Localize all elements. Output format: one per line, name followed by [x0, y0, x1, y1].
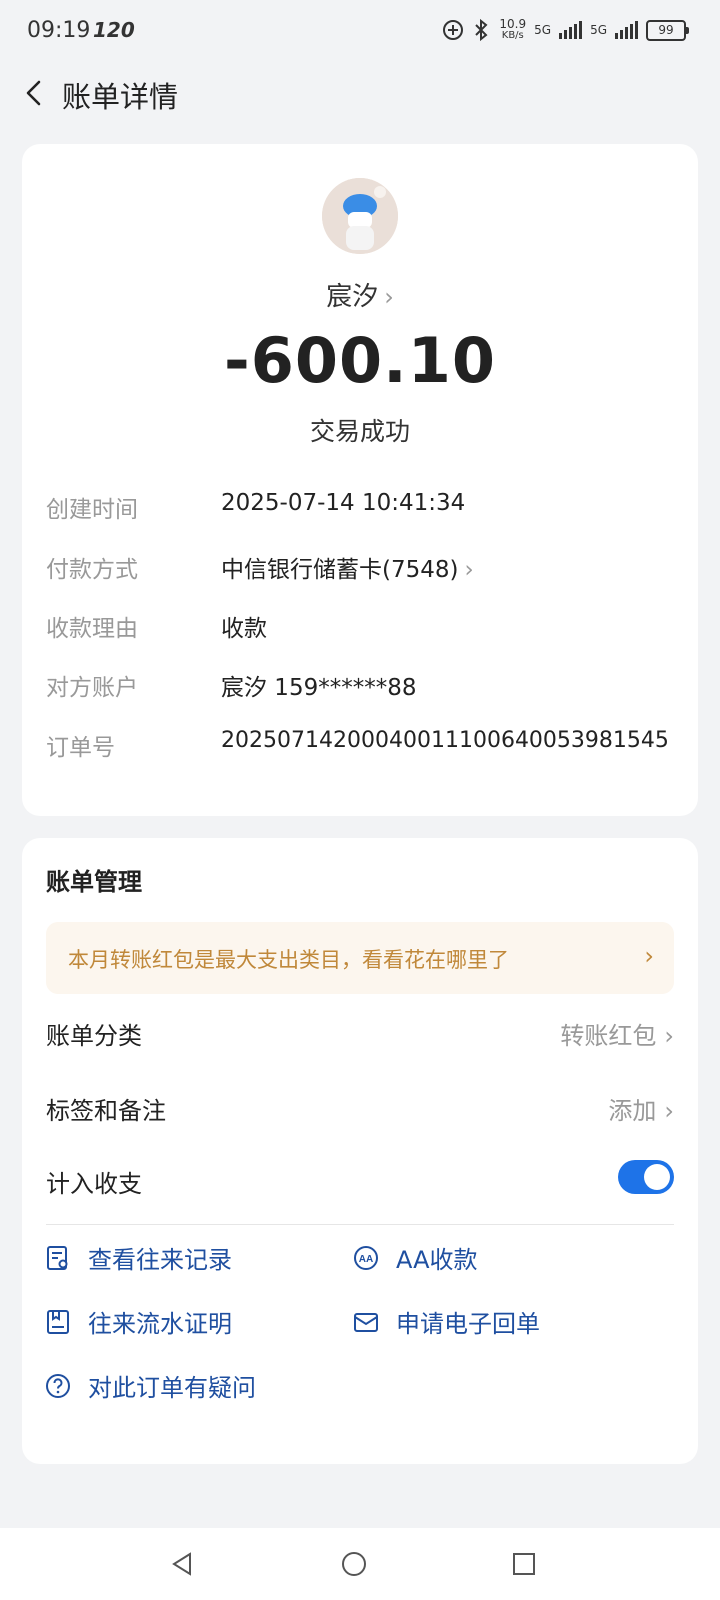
avatar[interactable] [322, 178, 398, 254]
signal-icon-2 [615, 21, 638, 39]
detail-label: 创建时间 [46, 497, 138, 523]
payee-name-row[interactable]: 宸汐 › [22, 276, 698, 313]
header: 账单详情 [0, 64, 720, 124]
nav-back-icon[interactable] [166, 1548, 198, 1580]
detail-value: 2025-07-14 10:41:34 [221, 490, 466, 516]
detail-row-order-number: 订单号 2025071420004001110064005398​1545 [46, 728, 686, 768]
row-label: 计入收支 [46, 1170, 142, 1198]
status-time: 09:19 [27, 18, 91, 43]
refresh-rate: 120 [93, 18, 135, 42]
signal-label-1: 5G [534, 23, 552, 37]
e-receipt-button[interactable]: 申请电子回单 [352, 1304, 540, 1339]
transaction-status: 交易成功 [309, 417, 410, 446]
chevron-right-icon: › [384, 283, 394, 311]
tags-notes-row[interactable]: 标签和备注 添加 › [46, 1091, 674, 1135]
detail-row-reason: 收款理由 收款 [46, 609, 686, 649]
action-label: 往来流水证明 [88, 1310, 232, 1338]
view-records-button[interactable]: 查看往来记录 [44, 1240, 232, 1275]
detail-value: 中信银行储蓄卡(7548) [221, 557, 459, 583]
transaction-card: 宸汐 › -600.10 交易成功 创建时间 2025-07-14 10:41:3… [22, 144, 698, 816]
status-icons: 10.9 KB/s 5G 5G 99 [441, 17, 689, 42]
row-value: 添加 [608, 1097, 657, 1125]
bill-management-card: 账单管理 本月转账红包是最大支出类目，看看花在哪里了 › 账单分类 转账红包 › … [22, 838, 698, 1464]
data-saver-icon [443, 20, 464, 40]
count-toggle[interactable] [618, 1160, 674, 1194]
bluetooth-icon [475, 18, 488, 42]
chevron-right-icon: › [664, 1022, 674, 1050]
aa-icon: AA [354, 1245, 378, 1270]
detail-label: 对方账户 [46, 675, 138, 701]
detail-label: 订单号 [46, 735, 115, 761]
net-speed-unit: KB/s [501, 30, 524, 41]
page-title: 账单详情 [62, 80, 179, 114]
certificate-icon [47, 1309, 69, 1334]
action-label: 对此订单有疑问 [88, 1374, 256, 1402]
battery-icon: 99 [646, 19, 689, 41]
svg-text:AA: AA [359, 1254, 373, 1265]
detail-label: 收款理由 [46, 616, 138, 642]
action-label: 查看往来记录 [88, 1246, 232, 1274]
section-title: 账单管理 [46, 868, 142, 896]
signal-label-2: 5G [590, 23, 607, 37]
chevron-right-icon: › [644, 942, 654, 970]
detail-row-created: 创建时间 2025-07-14 10:41:34 [46, 490, 686, 530]
mail-icon [354, 1312, 378, 1332]
count-in-stats-row: 计入收支 [46, 1160, 674, 1208]
bill-category-row[interactable]: 账单分类 转账红包 › [46, 1016, 674, 1060]
detail-row-counterparty: 对方账户 宸汐 159******88 [46, 668, 686, 708]
chevron-right-icon: › [664, 1097, 674, 1125]
flow-certificate-button[interactable]: 往来流水证明 [44, 1304, 232, 1339]
payee-name: 宸汐 [326, 282, 379, 312]
transaction-amount: -600.10 [224, 324, 496, 397]
tip-text: 本月转账红包是最大支出类目，看看花在哪里了 [68, 948, 509, 972]
back-arrow-icon[interactable] [20, 78, 50, 108]
detail-value: 宸汐 159******88 [221, 675, 417, 701]
action-label: AA收款 [396, 1246, 478, 1274]
records-icon [47, 1245, 68, 1270]
detail-row-payment-method[interactable]: 付款方式 中信银行储蓄卡(7548) › [46, 550, 686, 590]
detail-value: 收款 [221, 616, 267, 642]
detail-label: 付款方式 [46, 557, 138, 583]
status-bar: 09:19 120 10.9 KB/s 5G 5G 99 [0, 0, 720, 64]
spending-tip-banner[interactable]: 本月转账红包是最大支出类目，看看花在哪里了 › [46, 922, 674, 994]
row-label: 账单分类 [46, 1022, 142, 1050]
nav-recents-icon[interactable] [508, 1548, 540, 1580]
chevron-right-icon: › [464, 557, 474, 583]
net-speed: 10.9 [499, 17, 527, 31]
question-icon [46, 1373, 70, 1398]
system-nav-bar [0, 1528, 720, 1600]
action-label: 申请电子回单 [396, 1310, 540, 1338]
signal-icon [559, 21, 583, 39]
divider [46, 1224, 674, 1225]
order-question-button[interactable]: 对此订单有疑问 [44, 1368, 256, 1403]
detail-value: 2025071420004001110064005398​1545 [221, 728, 669, 753]
nav-home-icon[interactable] [338, 1548, 370, 1580]
row-label: 标签和备注 [46, 1097, 166, 1125]
aa-collect-button[interactable]: AA AA收款 [352, 1240, 478, 1275]
row-value: 转账红包 [560, 1022, 657, 1050]
